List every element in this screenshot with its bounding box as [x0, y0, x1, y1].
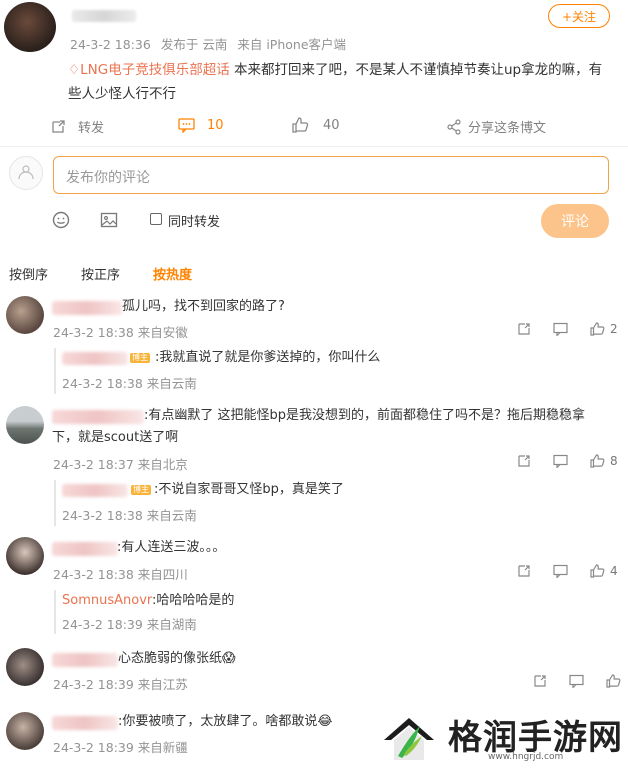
reply-meta: 24-3-2 18:38 来自云南 — [62, 376, 197, 391]
supertopic-link[interactable]: LNG电子竞技俱乐部超话 — [80, 62, 230, 78]
repost-icon[interactable] — [517, 564, 531, 578]
comment-icon[interactable] — [553, 454, 568, 468]
tab-sort-hot[interactable]: 按热度 — [153, 264, 192, 283]
comment-input[interactable]: 发布你的评论 — [53, 156, 609, 194]
author-badge: 博主 — [131, 485, 151, 495]
avatar[interactable] — [6, 537, 44, 575]
image-icon[interactable] — [100, 211, 118, 233]
default-avatar-icon — [18, 165, 34, 180]
comment-icon — [178, 118, 195, 133]
reply-thread-line — [54, 590, 56, 634]
comment-text: 心态脆弱的像张纸😱 — [118, 651, 236, 666]
reply-thread-line — [54, 480, 56, 526]
poster-avatar[interactable] — [4, 2, 56, 52]
thumbs-up-icon — [590, 454, 605, 468]
share-icon — [447, 118, 461, 135]
author-badge: 博主 — [130, 353, 150, 363]
reply-line-1: SomnusAnovr:哈哈哈哈是的 — [62, 590, 234, 612]
comment-button[interactable]: 10 — [178, 117, 224, 133]
like-button[interactable]: 8 — [590, 454, 618, 468]
share-button[interactable]: 分享这条博文 — [446, 117, 546, 136]
post-body: ♢LNG电子竞技俱乐部超话 本来都打回来了吧，不是某人不谨慎掉节奏让up拿龙的嘛… — [68, 58, 608, 106]
emoji-icon[interactable] — [52, 211, 70, 233]
avatar[interactable] — [6, 648, 44, 686]
comment-username[interactable] — [52, 301, 122, 315]
my-avatar[interactable] — [9, 156, 43, 190]
thumbs-up-icon[interactable] — [606, 674, 621, 688]
house-logo-icon — [384, 718, 434, 760]
comment-username[interactable] — [52, 653, 118, 667]
divider — [0, 146, 628, 147]
comment-username[interactable] — [52, 716, 118, 730]
repost-icon[interactable] — [517, 322, 531, 336]
comment-actions: 8 — [517, 454, 618, 468]
like-button[interactable]: 40 — [292, 117, 340, 133]
thumbs-up-icon — [292, 117, 309, 133]
avatar[interactable] — [6, 712, 44, 750]
reply-meta: 24-3-2 18:38 来自云南 — [62, 508, 197, 523]
comment-meta: 24-3-2 18:39 来自江苏 — [53, 677, 188, 692]
reply-meta: 24-3-2 18:39 来自湖南 — [62, 617, 197, 632]
like-button[interactable]: 4 — [590, 564, 618, 578]
also-repost-checkbox[interactable] — [150, 213, 162, 225]
comment-actions: 2 — [517, 322, 618, 336]
tab-sort-desc[interactable]: 按倒序 — [9, 264, 48, 283]
comment-meta: 24-3-2 18:38 来自安徽 — [53, 325, 188, 340]
repost-button[interactable]: 转发 — [50, 117, 104, 136]
submit-comment-button[interactable]: 评论 — [541, 204, 609, 238]
comment-meta: 24-3-2 18:37 来自北京 — [53, 457, 188, 472]
comment-text: 孤儿吗，找不到回家的路了? — [122, 299, 285, 314]
reply-text: :哈哈哈哈是的 — [152, 593, 235, 608]
comment-icon[interactable] — [553, 564, 568, 578]
comment-text: :有点幽默了 这把能怪bp是我没想到的，前面都稳住了吗不是？拖后期稳稳拿下，就是… — [52, 408, 586, 445]
repost-icon[interactable] — [533, 674, 547, 688]
reply-text: :不说自家哥哥又怪bp，真是笑了 — [154, 482, 344, 497]
comment-text: :你要被喷了，太放肆了。啥都敢说😂 — [118, 714, 333, 729]
also-repost-label: 同时转发 — [168, 215, 221, 230]
reply-username[interactable]: SomnusAnovr — [62, 593, 152, 608]
follow-button[interactable]: +关注 — [548, 4, 610, 28]
thumbs-up-icon — [590, 564, 605, 578]
repost-icon — [52, 119, 65, 133]
reply-username[interactable] — [62, 352, 128, 365]
reply-thread-line — [54, 348, 56, 394]
comment-icon[interactable] — [553, 322, 568, 336]
repost-icon[interactable] — [517, 454, 531, 468]
comment-meta: 24-3-2 18:39 来自新疆 — [53, 740, 188, 755]
comment-actions: 4 — [517, 564, 618, 578]
site-watermark: 格润手游网 www.hngrjd.com — [376, 706, 624, 766]
supertopic-diamond-icon: ♢ — [68, 62, 81, 78]
comment-meta: 24-3-2 18:38 来自四川 — [53, 567, 188, 582]
reply-text: :我就直说了就是你爹送掉的，你叫什么 — [155, 350, 381, 365]
comment-icon[interactable] — [569, 674, 584, 688]
comment-actions — [533, 674, 621, 688]
thumbs-up-icon — [590, 322, 605, 336]
watermark-url: www.hngrjd.com — [488, 752, 564, 762]
comment-text: :有人连送三波。。。 — [117, 540, 226, 555]
post-time[interactable]: 24-3-2 18:36 — [70, 37, 151, 52]
avatar[interactable] — [6, 296, 44, 334]
reply-username[interactable] — [62, 484, 128, 497]
tab-sort-asc[interactable]: 按正序 — [81, 264, 120, 283]
avatar[interactable] — [6, 406, 44, 444]
like-button[interactable]: 2 — [590, 322, 618, 336]
post-meta: 24-3-2 18:36 发布于 云南 来自 iPhone客户端 — [70, 37, 347, 52]
poster-username[interactable] — [72, 10, 136, 22]
comment-username[interactable] — [52, 542, 118, 556]
